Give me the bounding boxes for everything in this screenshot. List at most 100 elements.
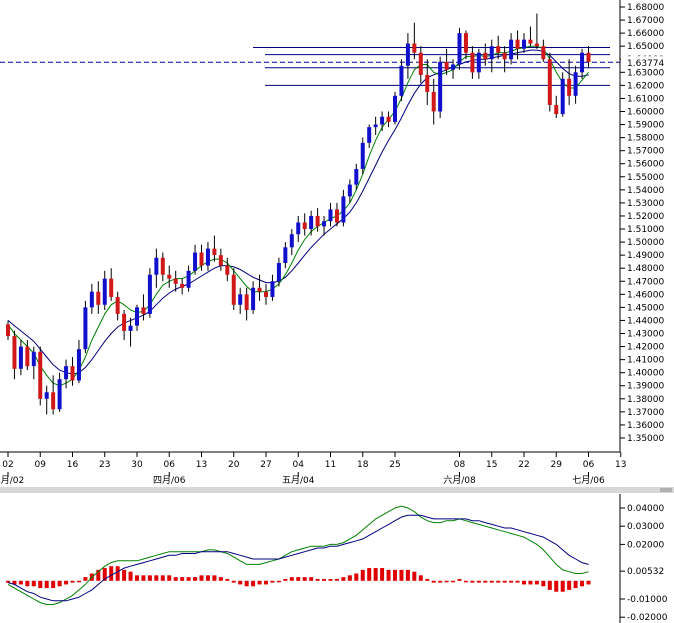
candle-body <box>128 325 133 331</box>
date-label: 11 <box>325 460 336 470</box>
divider-grip <box>660 488 672 492</box>
date-label: 25 <box>389 460 400 470</box>
price-tick-label: 1.41000 <box>627 356 664 366</box>
macd-histogram-bar <box>418 575 423 581</box>
price-tick-label: 1.60000 <box>627 107 664 117</box>
price-tick-label: 1.57000 <box>627 147 664 157</box>
macd-histogram-bar <box>412 571 417 581</box>
candle-body <box>25 346 30 367</box>
date-label: 22 <box>518 460 529 470</box>
candle-body <box>96 291 101 305</box>
price-tick-label: 1.50000 <box>627 238 664 248</box>
candle-body <box>276 262 281 282</box>
candle-body <box>315 215 320 227</box>
macd-histogram-bar <box>534 580 539 585</box>
candle-body <box>122 313 127 331</box>
macd-axis: 0.04000 0.03000 0.02000 0.00532 -0.01000 -0.0… <box>619 494 674 623</box>
macd-histogram-bar <box>567 580 572 590</box>
macd-histogram-bar <box>276 580 281 583</box>
macd-histogram-bar <box>257 580 262 585</box>
macd-panel[interactable] <box>0 494 620 623</box>
macd-histogram-bar <box>244 580 249 587</box>
month-label: 六月/08 <box>443 474 476 486</box>
date-label: 06 <box>583 460 595 470</box>
price-tick-label: 1.68000 <box>627 3 664 13</box>
candle-body <box>386 116 391 122</box>
candle-body <box>509 39 514 60</box>
macd-histogram-bar <box>231 580 236 583</box>
candle-body <box>341 196 346 223</box>
macd-histogram-bar <box>380 568 385 581</box>
candle-body <box>328 209 333 222</box>
candle-body <box>109 278 114 297</box>
candle-body <box>438 61 443 112</box>
macd-histogram-bar <box>554 580 559 592</box>
candle-body <box>180 283 185 288</box>
macd-histogram-bar <box>425 578 430 581</box>
candle-body <box>212 248 217 256</box>
macd-histogram-bar <box>470 580 475 583</box>
macd-histogram-bar <box>264 580 268 585</box>
macd-histogram-bar <box>393 569 397 581</box>
macd-histogram-bar <box>128 571 133 581</box>
date-label: 08 <box>454 460 466 470</box>
macd-histogram-bar <box>115 566 120 581</box>
candle-body <box>444 61 449 70</box>
candle-body <box>12 336 17 369</box>
current-price-label: 1.63774 <box>627 59 664 69</box>
price-tick-label: 1.37000 <box>627 408 664 418</box>
panel-divider[interactable] <box>0 487 674 493</box>
candle-body <box>418 52 423 75</box>
macd-histogram-bar <box>502 580 507 583</box>
candle-body <box>354 168 359 185</box>
macd-current-value-label: 0.00532 <box>627 567 664 577</box>
macd-histogram-bar <box>57 580 62 587</box>
candle-body <box>257 287 262 292</box>
macd-plot-background <box>0 494 620 623</box>
macd-histogram-bar <box>347 575 352 581</box>
macd-histogram-bar <box>141 575 146 581</box>
macd-histogram-bar <box>451 580 456 583</box>
macd-histogram-bar <box>515 580 520 583</box>
candle-body <box>451 64 456 70</box>
candle-body <box>193 252 198 271</box>
macd-histogram-bar <box>238 580 243 585</box>
macd-histogram-bar <box>296 577 301 581</box>
macd-histogram-bar <box>147 575 152 581</box>
candle-body <box>173 278 178 284</box>
candle-body <box>154 257 159 275</box>
macd-histogram-bar <box>580 580 585 587</box>
date-label: 02 <box>2 460 13 470</box>
macd-histogram-bar <box>309 577 314 581</box>
candle-body <box>51 392 56 410</box>
macd-histogram-bar <box>270 580 275 583</box>
candle-body <box>431 91 436 112</box>
macd-histogram-bar <box>212 575 217 581</box>
macd-histogram-bar <box>64 580 69 585</box>
candle-body <box>167 274 172 279</box>
candle-body <box>18 346 23 369</box>
macd-histogram-bar <box>44 580 49 589</box>
macd-histogram-bar <box>251 580 256 587</box>
macd-histogram-bar <box>489 580 494 583</box>
candle-body <box>70 366 75 381</box>
candle-body <box>76 349 81 381</box>
candle-body <box>205 248 210 266</box>
candle-body <box>380 116 385 125</box>
macd-histogram-bar <box>328 578 333 581</box>
candle-body <box>89 291 94 308</box>
candle-body <box>141 307 146 314</box>
candle-body <box>528 39 533 44</box>
macd-histogram-bar <box>167 575 172 581</box>
date-label: 16 <box>67 460 79 470</box>
macd-histogram-bar <box>122 569 127 581</box>
macd-histogram-bar <box>25 580 30 587</box>
candle-body <box>586 52 591 62</box>
date-label: 20 <box>228 460 240 470</box>
price-tick-label: 1.67000 <box>627 16 664 26</box>
price-panel[interactable] <box>0 0 620 452</box>
candle-body <box>405 43 410 66</box>
candlestick <box>547 52 552 112</box>
macd-histogram-bar <box>438 580 443 583</box>
macd-histogram-bar <box>457 578 462 581</box>
